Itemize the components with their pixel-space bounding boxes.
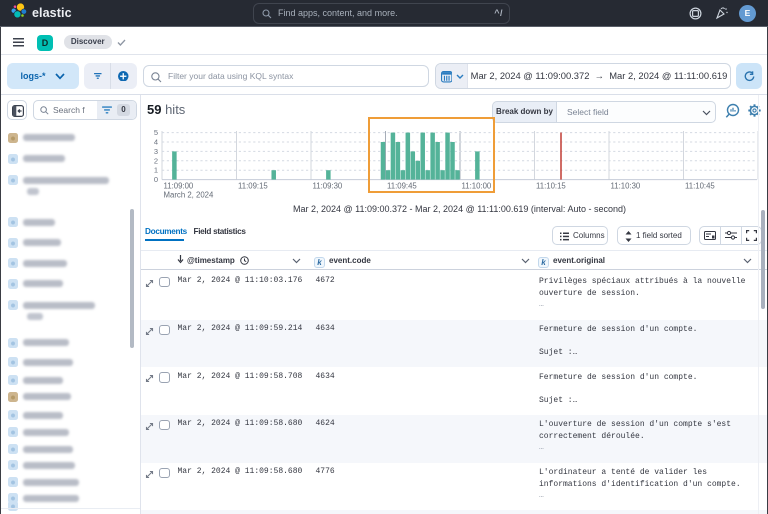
svg-text:11:10:15: 11:10:15	[536, 182, 566, 191]
svg-text:3: 3	[154, 147, 158, 156]
svg-text:March 2, 2024: March 2, 2024	[164, 191, 215, 200]
svg-text:4: 4	[154, 138, 158, 147]
svg-text:5: 5	[154, 128, 158, 137]
svg-text:0: 0	[154, 175, 158, 184]
svg-text:11:09:30: 11:09:30	[313, 182, 343, 191]
svg-text:11:10:45: 11:10:45	[685, 182, 715, 191]
svg-text:11:09:00: 11:09:00	[164, 182, 194, 191]
svg-text:11:09:15: 11:09:15	[238, 182, 268, 191]
svg-text:11:10:30: 11:10:30	[611, 182, 641, 191]
svg-text:1: 1	[154, 166, 158, 175]
svg-text:2: 2	[154, 156, 158, 165]
